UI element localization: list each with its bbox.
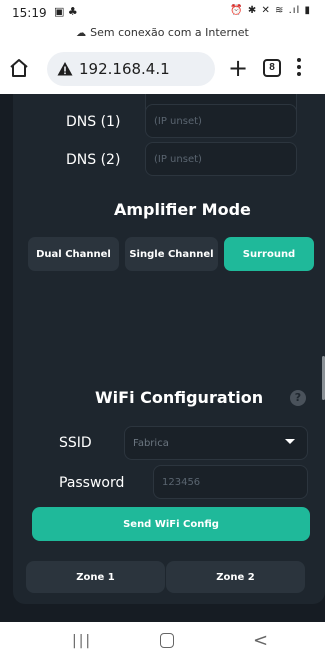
back-icon[interactable]: < <box>253 630 268 651</box>
recent-apps-icon[interactable]: ||| <box>72 633 92 649</box>
cloud-off-icon: ☁ <box>76 28 87 39</box>
dual-channel-button[interactable]: Dual Channel <box>28 237 119 271</box>
chevron-down-icon <box>285 439 295 444</box>
new-tab-button[interactable]: + <box>228 54 248 82</box>
dns1-placeholder: (IP unset) <box>154 115 202 127</box>
zone-2-button[interactable]: Zone 2 <box>166 561 305 593</box>
password-label: Password <box>59 475 125 491</box>
single-channel-button[interactable]: Single Channel <box>125 237 218 271</box>
status-time: 15:19 <box>12 6 47 20</box>
home-icon[interactable] <box>7 56 31 80</box>
more-menu-icon[interactable] <box>296 58 302 80</box>
password-input[interactable]: 123456 <box>153 465 308 499</box>
send-wifi-config-button[interactable]: Send WiFi Config <box>32 507 310 541</box>
ssid-value: Fabrica <box>133 437 169 449</box>
system-nav-bar: ||| < <box>0 622 325 660</box>
dns2-label: DNS (2) <box>66 152 121 168</box>
ssid-label: SSID <box>59 435 92 451</box>
dns2-input[interactable]: (IP unset) <box>145 142 297 176</box>
dns1-input[interactable]: (IP unset) <box>145 104 297 138</box>
dns2-placeholder: (IP unset) <box>154 153 202 165</box>
amplifier-mode-title: Amplifier Mode <box>114 200 251 219</box>
url-text[interactable]: 192.168.4.1 <box>79 60 170 78</box>
browser-toolbar: 192.168.4.1 + 8 <box>0 44 325 94</box>
help-icon[interactable]: ? <box>290 390 306 406</box>
wifi-config-title: WiFi Configuration <box>95 388 264 407</box>
surround-button[interactable]: Surround <box>224 237 314 271</box>
system-status-icons: ⏰ ✱ ✕ ≋ .ıl ▮ <box>230 5 311 16</box>
warning-icon[interactable] <box>57 61 73 77</box>
connection-banner: ☁ Sem conexão com a Internet <box>0 26 325 39</box>
dns1-label: DNS (1) <box>66 114 121 130</box>
notification-icons: ▣ ♣ <box>54 5 78 18</box>
page-content: DNS (1) (IP unset) DNS (2) (IP unset) Am… <box>0 94 325 622</box>
ssid-select[interactable]: Fabrica <box>124 426 308 460</box>
zone-1-button[interactable]: Zone 1 <box>26 561 165 593</box>
status-bar: 15:19 ▣ ♣ ⏰ ✱ ✕ ≋ .ıl ▮ ☁ Sem conexão com… <box>0 0 325 44</box>
connection-text: Sem conexão com a Internet <box>90 26 249 39</box>
tab-switcher-button[interactable]: 8 <box>263 59 281 77</box>
password-placeholder: 123456 <box>162 476 201 488</box>
address-bar[interactable]: 192.168.4.1 <box>47 52 215 86</box>
home-nav-icon[interactable] <box>160 633 174 648</box>
